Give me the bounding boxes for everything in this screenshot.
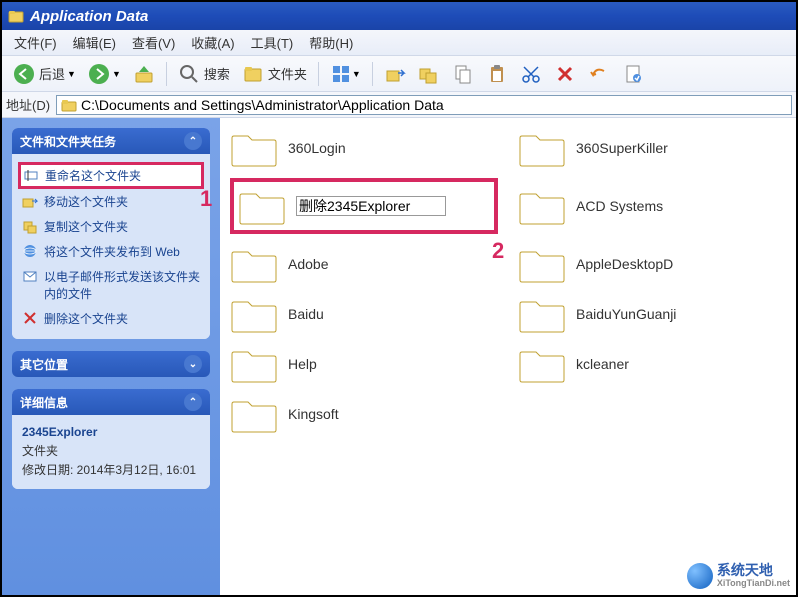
delete-button[interactable]	[549, 59, 581, 89]
details-modified: 修改日期: 2014年3月12日, 16:01	[22, 461, 200, 480]
collapse-icon: ⌃	[184, 393, 202, 411]
details-name: 2345Explorer	[22, 423, 200, 442]
details-panel: 详细信息 ⌃ 2345Explorer 文件夹 修改日期: 2014年3月12日…	[12, 389, 210, 489]
address-label: 地址(D)	[6, 95, 50, 114]
properties-button[interactable]	[617, 59, 649, 89]
task-publish-folder[interactable]: 将这个文件夹发布到 Web	[22, 239, 200, 264]
cut-button[interactable]	[515, 59, 547, 89]
email-icon	[22, 268, 38, 284]
toolbar: 后退 ▼ ▼ 搜索 文件夹 ▼	[2, 56, 796, 92]
folder-icon	[518, 186, 566, 226]
folder-icon	[230, 394, 278, 434]
other-places-panel: 其它位置 ⌄	[12, 351, 210, 377]
menu-edit[interactable]: 编辑(E)	[65, 30, 124, 55]
folder-item[interactable]: kcleaner	[518, 344, 786, 384]
views-button[interactable]: ▼	[325, 59, 366, 89]
menu-favorites[interactable]: 收藏(A)	[183, 30, 242, 55]
up-icon	[133, 63, 155, 85]
undo-icon	[588, 63, 610, 85]
title-bar: Application Data	[2, 2, 796, 30]
menu-file[interactable]: 文件(F)	[6, 30, 65, 55]
folder-icon	[230, 294, 278, 334]
chevron-down-icon: ▼	[112, 69, 121, 79]
folder-item[interactable]: Baidu	[230, 294, 498, 334]
folder-icon	[230, 244, 278, 284]
folder-item[interactable]: ACD Systems	[518, 178, 786, 234]
back-icon	[13, 63, 35, 85]
rename-icon	[23, 167, 39, 183]
other-places-header[interactable]: 其它位置 ⌄	[12, 351, 210, 377]
task-email-folder[interactable]: 以电子邮件形式发送该文件夹内的文件	[22, 264, 200, 306]
folder-icon	[230, 128, 278, 168]
back-button[interactable]: 后退 ▼	[8, 59, 81, 89]
window-title: Application Data	[30, 8, 148, 25]
move-icon	[22, 193, 38, 209]
task-delete-folder[interactable]: 删除这个文件夹	[22, 306, 200, 331]
paste-button[interactable]	[481, 59, 513, 89]
task-rename-folder[interactable]: 重命名这个文件夹	[18, 162, 204, 189]
task-copy-folder[interactable]: 复制这个文件夹	[22, 214, 200, 239]
collapse-icon: ⌃	[184, 132, 202, 150]
up-button[interactable]	[128, 59, 160, 89]
menu-bar: 文件(F) 编辑(E) 查看(V) 收藏(A) 工具(T) 帮助(H)	[2, 30, 796, 56]
forward-icon	[88, 63, 110, 85]
annotation-2: 2	[492, 238, 504, 264]
folder-item[interactable]: Help	[230, 344, 498, 384]
folder-icon	[518, 344, 566, 384]
tasks-panel-header[interactable]: 文件和文件夹任务 ⌃	[12, 128, 210, 154]
copy-icon	[452, 63, 474, 85]
watermark: 系统天地 XiTongTianDi.net	[687, 563, 790, 589]
folder-icon	[238, 186, 286, 226]
menu-tools[interactable]: 工具(T)	[243, 30, 302, 55]
scissors-icon	[520, 63, 542, 85]
folder-item[interactable]: Adobe	[230, 244, 498, 284]
undo-button[interactable]	[583, 59, 615, 89]
task-move-folder[interactable]: 移动这个文件夹	[22, 189, 200, 214]
chevron-down-icon: ▼	[67, 69, 76, 79]
chevron-down-icon: ▼	[352, 69, 361, 79]
address-input[interactable]: C:\Documents and Settings\Administrator\…	[56, 95, 792, 115]
tasks-panel: 文件和文件夹任务 ⌃ 重命名这个文件夹 移动这个文件夹 复制这个文件夹	[12, 128, 210, 339]
folder-icon	[230, 344, 278, 384]
menu-help[interactable]: 帮助(H)	[301, 30, 361, 55]
web-icon	[22, 243, 38, 259]
folder-icon	[518, 244, 566, 284]
copy-to-icon	[418, 63, 440, 85]
folder-icon	[61, 98, 77, 112]
menu-view[interactable]: 查看(V)	[124, 30, 183, 55]
copy-button[interactable]	[447, 59, 479, 89]
folder-icon	[518, 294, 566, 334]
delete-icon	[22, 310, 38, 326]
copy-icon	[22, 218, 38, 234]
move-to-button[interactable]	[379, 59, 411, 89]
globe-icon	[687, 563, 713, 589]
folder-item[interactable]: AppleDesktopD	[518, 244, 786, 284]
properties-icon	[622, 63, 644, 85]
folder-item-renaming[interactable]	[230, 178, 498, 234]
delete-icon	[554, 63, 576, 85]
move-icon	[384, 63, 406, 85]
copy-to-button[interactable]	[413, 59, 445, 89]
folder-icon	[518, 128, 566, 168]
search-icon	[178, 63, 200, 85]
paste-icon	[486, 63, 508, 85]
folder-view[interactable]: 360Login 360SuperKiller ACD Systems Adob…	[220, 118, 796, 595]
folder-item[interactable]: 360SuperKiller	[518, 128, 786, 168]
search-button[interactable]: 搜索	[173, 59, 235, 89]
rename-input[interactable]	[296, 196, 446, 216]
folders-button[interactable]: 文件夹	[237, 59, 312, 89]
sidebar: 文件和文件夹任务 ⌃ 重命名这个文件夹 移动这个文件夹 复制这个文件夹	[2, 118, 220, 595]
folder-item[interactable]: BaiduYunGuanji	[518, 294, 786, 334]
address-bar: 地址(D) C:\Documents and Settings\Administ…	[2, 92, 796, 118]
forward-button[interactable]: ▼	[83, 59, 126, 89]
details-header[interactable]: 详细信息 ⌃	[12, 389, 210, 415]
folders-icon	[242, 63, 264, 85]
expand-icon: ⌄	[184, 355, 202, 373]
folder-icon	[8, 8, 24, 24]
folder-item[interactable]: Kingsoft	[230, 394, 498, 434]
annotation-1: 1	[200, 186, 212, 212]
details-type: 文件夹	[22, 442, 200, 461]
folder-item[interactable]: 360Login	[230, 128, 498, 168]
views-icon	[330, 63, 352, 85]
